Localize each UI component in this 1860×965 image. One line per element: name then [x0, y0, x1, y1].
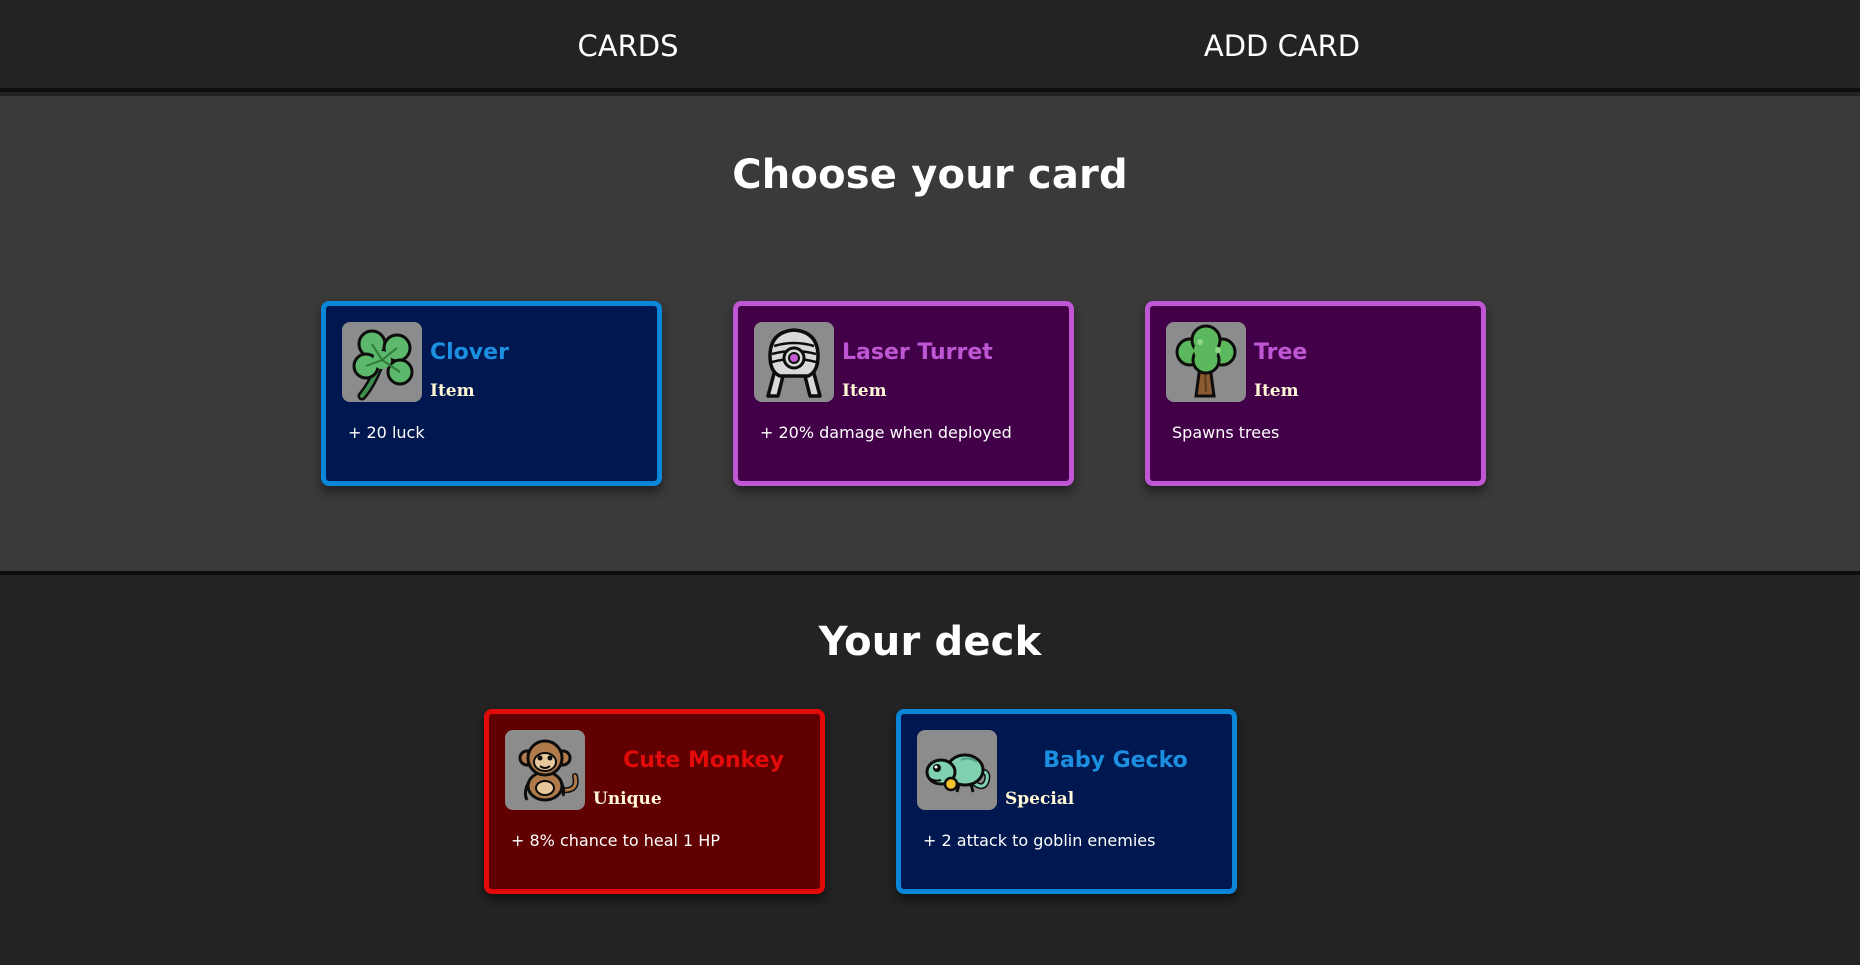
- deck-section: Your deck Cute Monkey Unique + 8% chance…: [0, 579, 1860, 965]
- card-type: Item: [1254, 381, 1299, 401]
- nav-add-card-link[interactable]: ADD CARD: [1204, 0, 1360, 92]
- top-nav: CARDS ADD CARD: [0, 0, 1860, 92]
- card-type: Item: [430, 381, 475, 401]
- card-description: + 20 luck: [348, 423, 425, 442]
- card-type: Unique: [593, 789, 662, 809]
- clover-icon: [342, 322, 422, 402]
- card-name: Tree: [1254, 340, 1308, 365]
- card-laser-turret[interactable]: Laser Turret Item + 20% damage when depl…: [733, 301, 1074, 486]
- card-name: Laser Turret: [842, 340, 993, 365]
- card-baby-gecko[interactable]: Baby Gecko Special + 2 attack to goblin …: [896, 709, 1237, 894]
- deck-title: Your deck: [818, 619, 1042, 665]
- card-name: Cute Monkey: [623, 748, 784, 773]
- card-type: Special: [1005, 789, 1075, 809]
- card-cute-monkey[interactable]: Cute Monkey Unique + 8% chance to heal 1…: [484, 709, 825, 894]
- laser-turret-icon: [754, 322, 834, 402]
- monkey-icon: [505, 730, 585, 810]
- gecko-icon: [917, 730, 997, 810]
- choose-card-title: Choose your card: [732, 152, 1128, 198]
- card-description: Spawns trees: [1172, 423, 1280, 442]
- card-clover[interactable]: Clover Item + 20 luck: [321, 301, 662, 486]
- nav-cards-link[interactable]: CARDS: [578, 0, 679, 92]
- card-name: Baby Gecko: [1043, 748, 1188, 773]
- card-description: + 20% damage when deployed: [760, 423, 1012, 442]
- card-description: + 2 attack to goblin enemies: [923, 831, 1156, 850]
- tree-icon: [1166, 322, 1246, 402]
- card-type: Item: [842, 381, 887, 401]
- card-description: + 8% chance to heal 1 HP: [511, 831, 720, 850]
- card-name: Clover: [430, 340, 509, 365]
- card-tree[interactable]: Tree Item Spawns trees: [1145, 301, 1486, 486]
- choose-card-section: Choose your card Clover Item + 20 luck L…: [0, 96, 1860, 575]
